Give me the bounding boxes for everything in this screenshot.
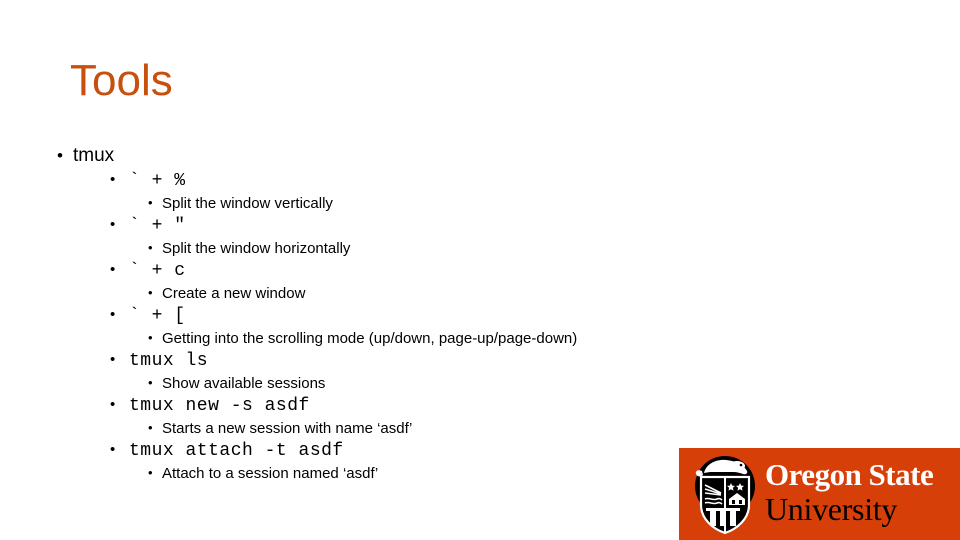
- outline-item-text: tmux attach -t asdf: [129, 441, 344, 461]
- osu-wordmark-line1: Oregon State: [765, 457, 934, 492]
- bullet-icon: •: [148, 419, 153, 435]
- outline-item-l2: • ` + c: [110, 260, 680, 283]
- bullet-icon: •: [110, 441, 116, 458]
- bullet-icon: •: [110, 396, 116, 413]
- outline-item-l2: • tmux new -s asdf: [110, 395, 680, 418]
- outline-item-l2: • ` + %: [110, 170, 680, 193]
- outline-item-text: tmux ls: [129, 351, 209, 371]
- bullet-icon: •: [148, 239, 153, 255]
- outline-item-l3: • Create a new window: [148, 283, 680, 306]
- outline-item-text: ` + [: [129, 306, 186, 326]
- outline-item-text: ` + c: [129, 261, 186, 281]
- oregon-state-university-logo: Oregon State University: [679, 448, 960, 540]
- outline-item-l3: • Attach to a session named ‘asdf’: [148, 463, 680, 486]
- bullet-icon: •: [110, 171, 116, 188]
- outline-item-text: Split the window horizontally: [162, 239, 351, 257]
- outline-item-text: ` + ": [129, 216, 186, 236]
- outline-item-l3: • Split the window vertically: [148, 193, 680, 216]
- outline-item-l2: • tmux ls: [110, 350, 680, 373]
- content-outline: • tmux • ` + % • Split the window vertically •…: [0, 142, 680, 485]
- outline-item-text: Attach to a session named ‘asdf’: [162, 464, 379, 482]
- outline-item-l2: • ` + [: [110, 305, 680, 328]
- bullet-icon: •: [110, 216, 116, 233]
- outline-item-text: tmux new -s asdf: [129, 396, 310, 416]
- outline-item-text: Create a new window: [162, 284, 306, 302]
- outline-item-l1: • tmux: [57, 142, 680, 170]
- outline-item-text: ` + %: [129, 171, 186, 191]
- outline-item-l2: • tmux attach -t asdf: [110, 440, 680, 463]
- bullet-icon: •: [110, 306, 116, 323]
- osu-wordmark: Oregon State University: [765, 458, 955, 527]
- outline-item-l3: • Starts a new session with name ‘asdf’: [148, 418, 680, 441]
- outline-item-text: tmux: [73, 145, 115, 166]
- osu-beaver-shield-icon: [695, 456, 755, 535]
- outline-item-text: Starts a new session with name ‘asdf’: [162, 419, 413, 437]
- bullet-icon: •: [148, 194, 153, 210]
- outline-item-text: Getting into the scrolling mode (up/down…: [162, 329, 578, 347]
- outline-item-l3: • Getting into the scrolling mode (up/dow…: [148, 328, 680, 351]
- bullet-icon: •: [148, 374, 153, 390]
- bullet-icon: •: [148, 284, 153, 300]
- outline-item-l3: • Split the window horizontally: [148, 238, 680, 261]
- bullet-icon: •: [148, 329, 153, 345]
- outline-item-l2: • ` + ": [110, 215, 680, 238]
- outline-item-l3: • Show available sessions: [148, 373, 680, 396]
- outline-item-text: Split the window vertically: [162, 194, 333, 212]
- bullet-icon: •: [110, 261, 116, 278]
- bullet-icon: •: [110, 351, 116, 368]
- bullet-icon: •: [57, 146, 63, 165]
- slide-canvas: Tools • tmux • ` + % • Split the window verti…: [0, 0, 960, 540]
- osu-wordmark-line2: University: [765, 491, 898, 527]
- page-title: Tools: [70, 56, 173, 105]
- bullet-icon: •: [148, 464, 153, 480]
- outline-item-text: Show available sessions: [162, 374, 326, 392]
